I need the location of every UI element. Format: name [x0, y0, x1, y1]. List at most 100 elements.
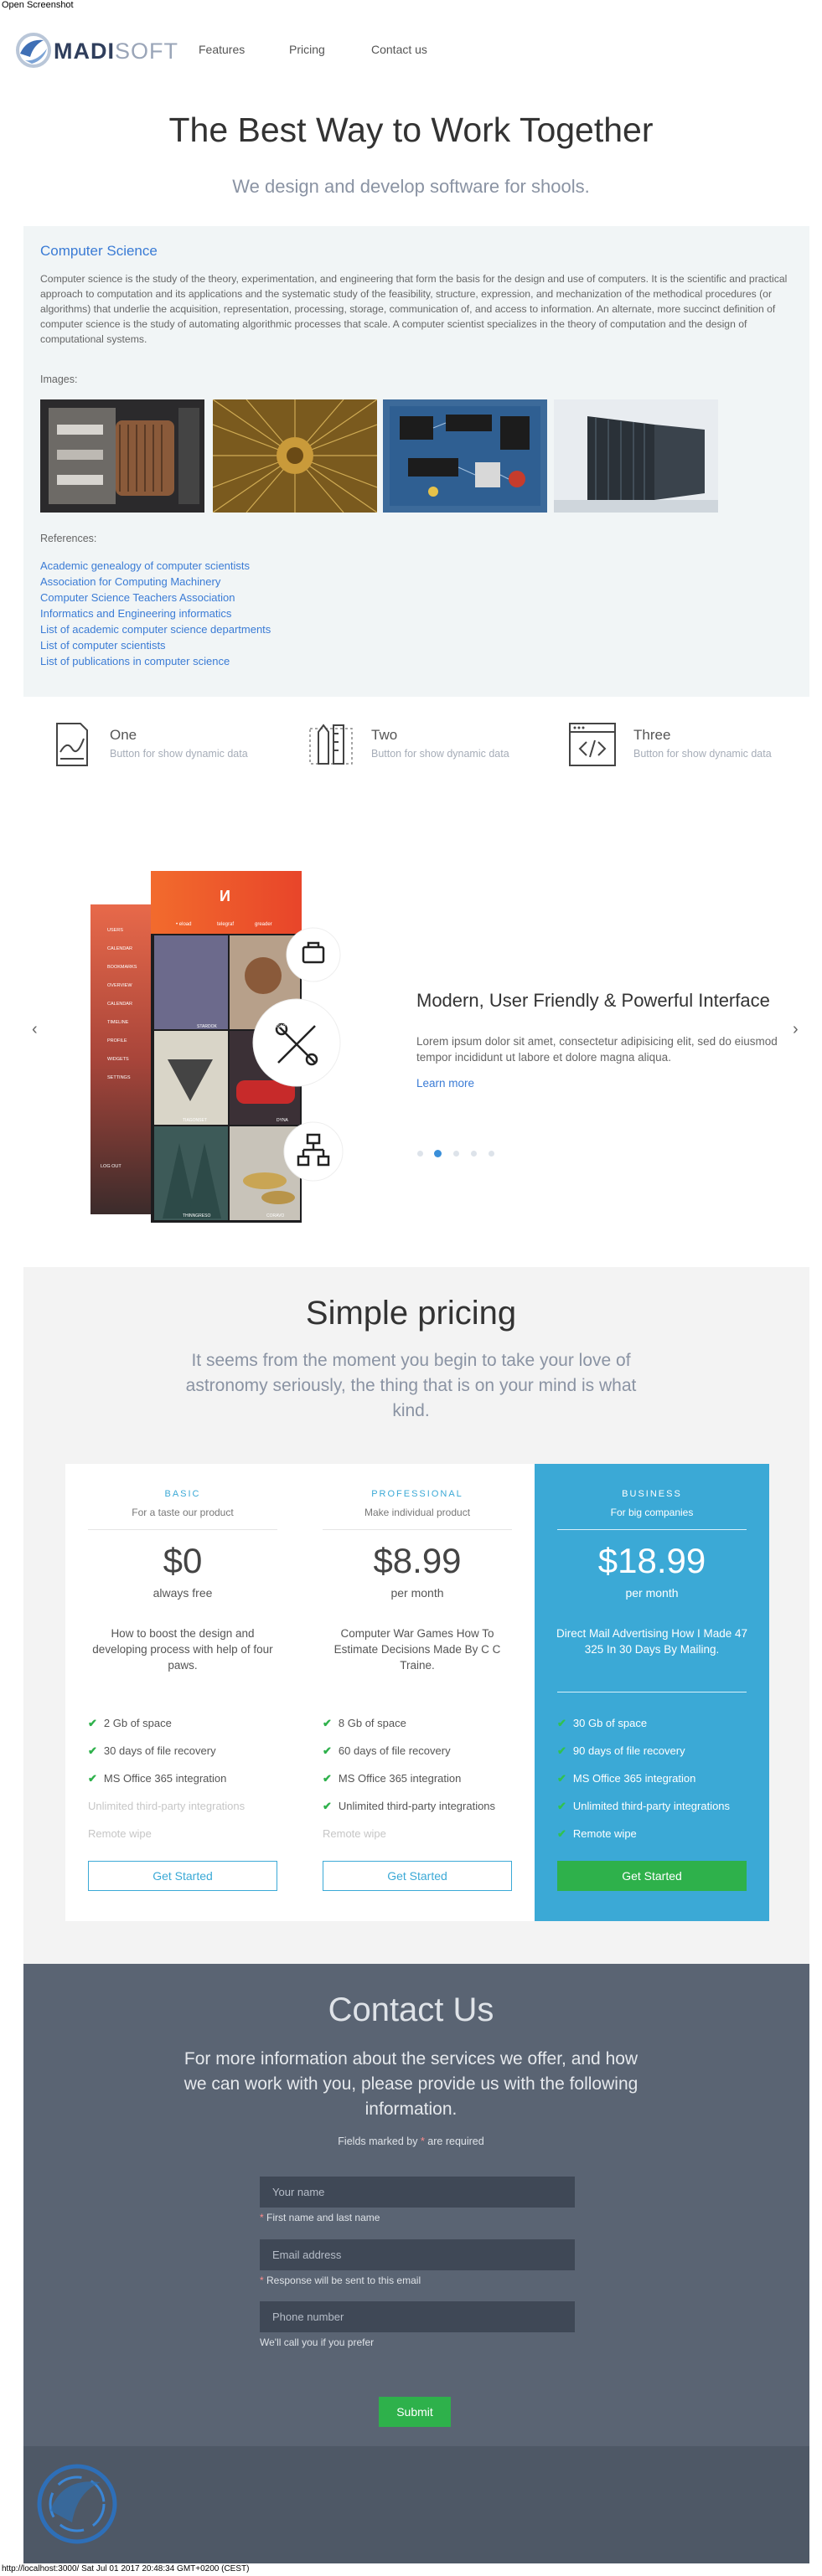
plan-feature-text: 8 Gb of space: [338, 1717, 406, 1729]
brand-name-light: SOFT: [115, 39, 178, 64]
reference-link[interactable]: List of academic computer science depart…: [40, 623, 271, 636]
phone-field[interactable]: [260, 2301, 575, 2332]
plan-description: Computer War Games How To Estimate Decis…: [333, 1627, 501, 1672]
plan-feature: ✔ 8 Gb of space: [323, 1717, 406, 1730]
slider-dot[interactable]: [453, 1151, 459, 1157]
reference-link[interactable]: List of computer scientists: [40, 639, 166, 652]
phone-tile-label: THINNGRESO: [183, 1213, 211, 1218]
plan-feature: ✔ 30 days of file recovery: [88, 1744, 216, 1758]
check-icon: ✔: [557, 1827, 566, 1840]
contact-subtitle: For more information about the services …: [184, 2049, 638, 2119]
plan-description: How to boost the design and developing p…: [92, 1627, 273, 1672]
get-started-button[interactable]: Get Started: [88, 1861, 277, 1891]
feature-button-one[interactable]: [47, 720, 96, 769]
plan-feature-text: MS Office 365 integration: [572, 1772, 696, 1785]
email-field[interactable]: [260, 2239, 575, 2270]
plan-name: BUSINESS: [622, 1489, 682, 1499]
feature-button-two[interactable]: [307, 720, 355, 769]
plan-feature: ✔ 90 days of file recovery: [557, 1744, 685, 1758]
phone-hint: We'll call you if you prefer: [260, 2336, 375, 2348]
phone-tab: telegraf: [217, 922, 235, 927]
plan-card-professional: PROFESSIONAL Make individual product $8.…: [300, 1464, 535, 1921]
slider-dot[interactable]: [471, 1151, 477, 1157]
plan-period: per month: [390, 1586, 444, 1600]
plan-feature-text: Unlimited third-party integrations: [572, 1800, 731, 1812]
plan-card-business: BUSINESS For big companies $18.99 per mo…: [535, 1464, 769, 1921]
nav-contact[interactable]: Contact us: [371, 43, 427, 56]
footer: [23, 2446, 809, 2563]
plan-feature-text: Remote wipe: [572, 1827, 637, 1840]
phone-menu-item: WIDGETS: [107, 1057, 129, 1062]
nav-features[interactable]: Features: [199, 43, 245, 56]
phone-menu-item: OVERVIEW: [107, 983, 132, 988]
feature-title-two: Two: [371, 727, 398, 743]
get-started-button[interactable]: Get Started: [557, 1861, 747, 1891]
required-note: Fields marked by * are required: [0, 2136, 822, 2147]
slider-dot[interactable]: [489, 1151, 494, 1157]
plan-feature: ✔ 60 days of file recovery: [323, 1744, 451, 1758]
plan-feature: ✔ Remote wipe: [557, 1827, 637, 1841]
slider-title: Modern, User Friendly & Powerful Interfa…: [416, 990, 770, 1011]
cs-image-circuit-board[interactable]: [383, 399, 547, 513]
pricing-subtitle: It seems from the moment you begin to ta…: [185, 1351, 637, 1420]
plan-feature-text: 2 Gb of space: [103, 1717, 172, 1729]
submit-button[interactable]: Submit: [379, 2397, 451, 2427]
cs-image-core-memory[interactable]: [213, 399, 377, 513]
contact-title: Contact Us: [328, 1991, 494, 2028]
reference-link[interactable]: Academic genealogy of computer scientist…: [40, 559, 250, 572]
plan-feature-text: 30 days of file recovery: [103, 1744, 216, 1757]
footer-logo[interactable]: [34, 2460, 121, 2548]
feature-button-three[interactable]: [568, 720, 617, 769]
print-header: Open Screenshot: [2, 0, 74, 10]
name-hint: * First name and last name: [260, 2212, 380, 2223]
plan-feature: ✔ MS Office 365 integration: [88, 1772, 226, 1785]
plan-feature: ✔ 2 Gb of space: [88, 1717, 172, 1730]
reference-link[interactable]: Association for Computing Machinery: [40, 575, 220, 588]
phone-menu-item: USERS: [107, 928, 123, 933]
plan-name: PROFESSIONAL: [371, 1489, 463, 1499]
phone-tile-label: STARDOK: [197, 1024, 217, 1029]
plan-feature-text: Unlimited third-party integrations: [88, 1800, 246, 1812]
plan-feature-disabled: Remote wipe: [323, 1827, 386, 1840]
plan-divider: [557, 1529, 747, 1530]
plan-price: $18.99: [597, 1541, 706, 1580]
slider-learn-more-link[interactable]: Learn more: [416, 1077, 474, 1090]
feature-subtitle-three: Button for show dynamic data: [633, 748, 772, 760]
reference-link[interactable]: Computer Science Teachers Association: [40, 591, 235, 604]
required-star: *: [260, 2212, 264, 2223]
plan-period: per month: [625, 1586, 679, 1600]
feature-title-three: Three: [633, 727, 671, 743]
reference-link[interactable]: Informatics and Engineering informatics: [40, 607, 231, 620]
name-field[interactable]: [260, 2177, 575, 2208]
phone-logout: LOG OUT: [101, 1164, 121, 1169]
plan-divider: [323, 1529, 512, 1530]
slider-next-arrow[interactable]: ›: [793, 1020, 799, 1039]
name-hint-text: First name and last name: [266, 2212, 380, 2223]
slider-dot[interactable]: [417, 1151, 423, 1157]
plan-tagline: For big companies: [610, 1507, 694, 1518]
check-icon: ✔: [323, 1800, 332, 1812]
slider-prev-arrow[interactable]: ‹: [32, 1020, 38, 1039]
hero-title: The Best Way to Work Together: [168, 111, 654, 149]
get-started-button[interactable]: Get Started: [323, 1861, 512, 1891]
check-icon: ✔: [323, 1744, 332, 1757]
required-note-text: are required: [424, 2136, 484, 2147]
app-mockup-illustration: [87, 867, 372, 1227]
check-icon: ✔: [557, 1717, 566, 1729]
nav-pricing[interactable]: Pricing: [289, 43, 325, 56]
required-note-text: Fields marked by: [338, 2136, 421, 2147]
logo-swirl-icon: [16, 33, 51, 68]
cs-images-label: Images:: [40, 374, 78, 385]
phone-menu-item: TIMELINE: [107, 1020, 129, 1025]
plan-feature-text: MS Office 365 integration: [338, 1772, 462, 1785]
reference-link[interactable]: List of publications in computer science: [40, 655, 230, 667]
plan-feature-disabled: Unlimited third-party integrations: [88, 1800, 245, 1812]
plan-feature-text: Remote wipe: [323, 1827, 386, 1840]
plan-divider: [88, 1529, 277, 1530]
cs-image-mechanical[interactable]: [40, 399, 204, 513]
slider-dot-active[interactable]: [434, 1150, 442, 1157]
phone-menu-item: PROFILE: [107, 1038, 127, 1043]
cs-image-server-room[interactable]: [554, 399, 718, 513]
check-icon: ✔: [557, 1800, 566, 1812]
plan-price: $0: [163, 1541, 203, 1580]
